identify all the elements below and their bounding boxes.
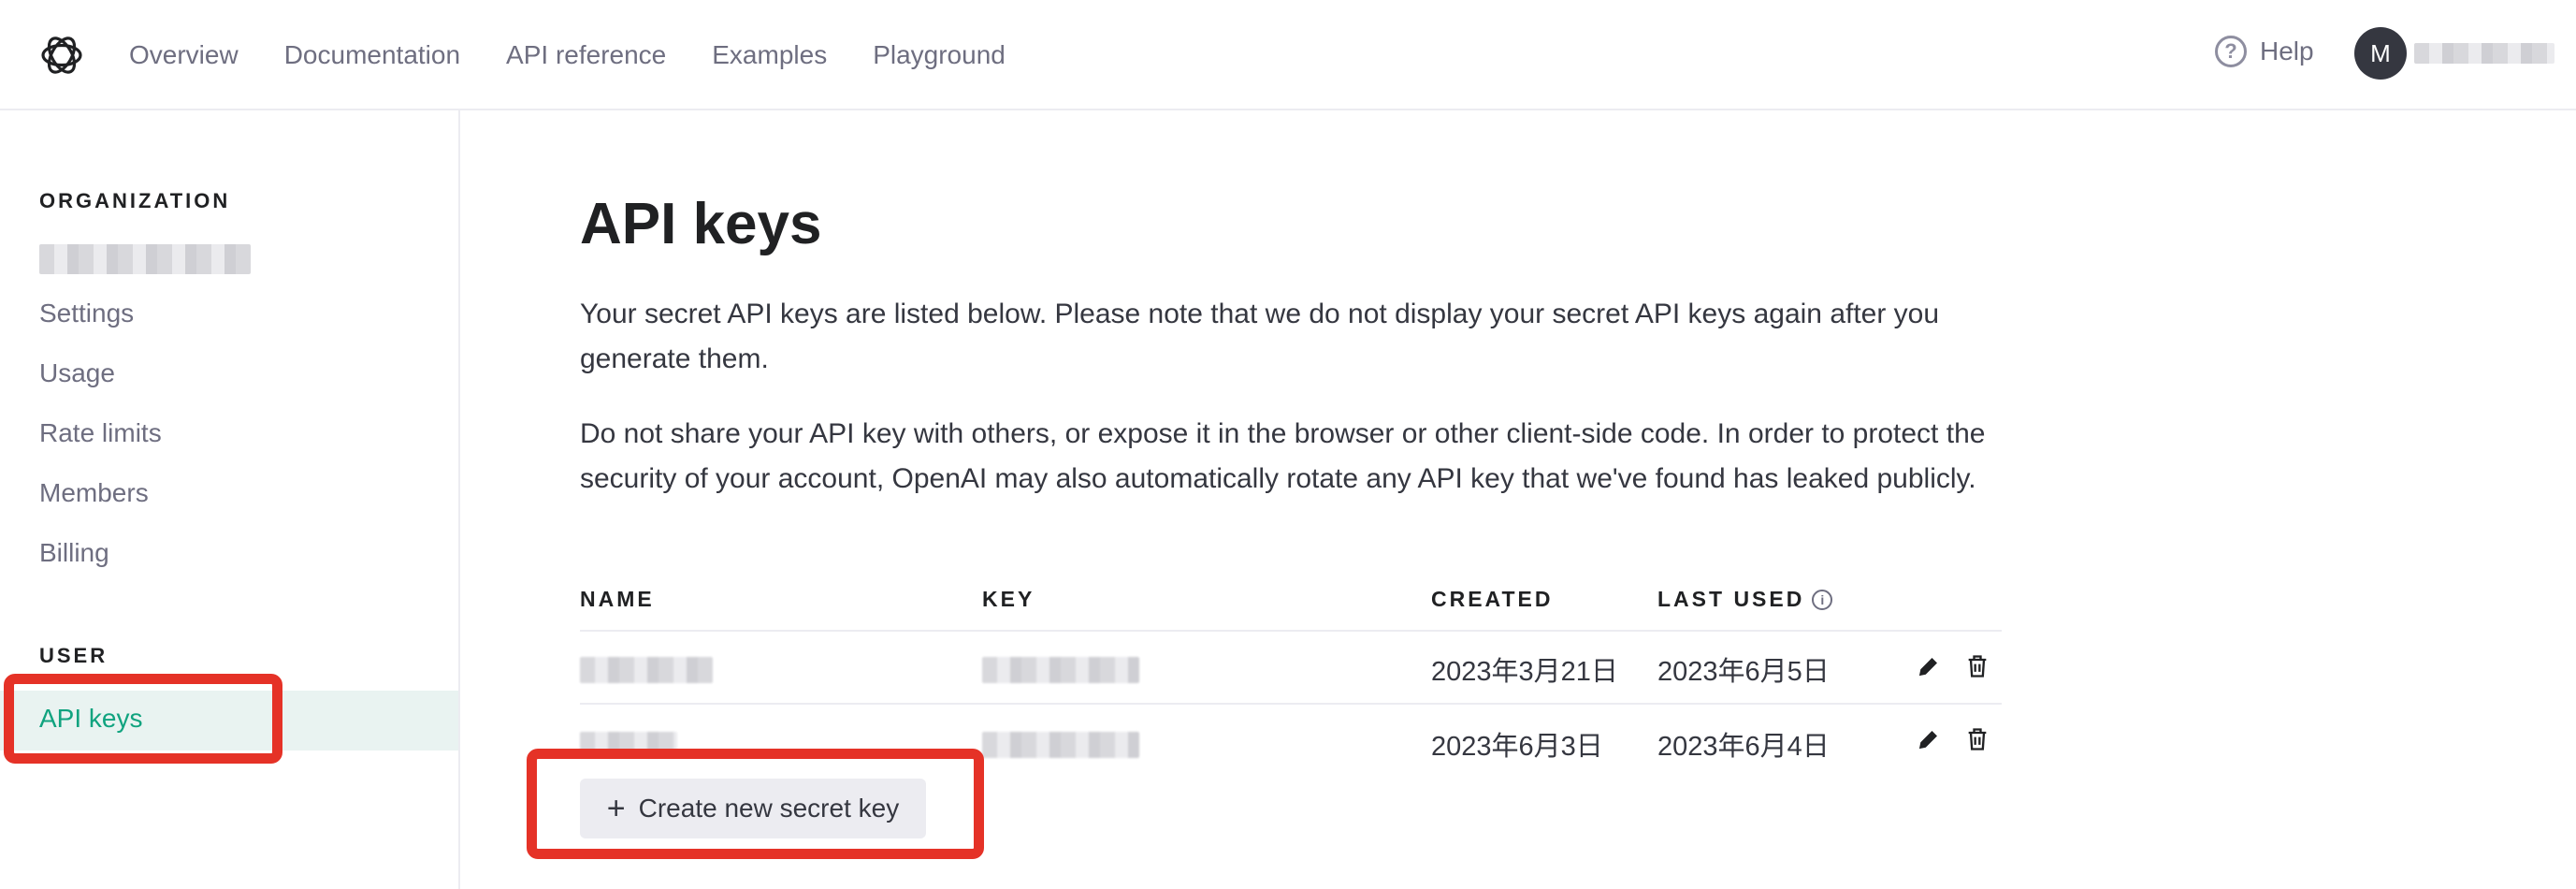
- openai-logo-icon[interactable]: [37, 31, 86, 80]
- column-header-created: CREATED: [1431, 587, 1554, 611]
- key-value-redacted: [982, 657, 1139, 683]
- main-nav: Overview Documentation API reference Exa…: [129, 0, 1006, 110]
- page-title: API keys: [580, 192, 822, 256]
- created-date: 2023年3月21日: [1431, 657, 1618, 687]
- sidebar-heading-organization: ORGANIZATION: [39, 189, 231, 212]
- create-new-secret-key-button[interactable]: + Create new secret key: [580, 779, 926, 838]
- nav-link-examples[interactable]: Examples: [712, 40, 827, 70]
- column-header-last-used: LAST USED i: [1657, 587, 1833, 612]
- sidebar-item-api-keys[interactable]: API keys: [39, 704, 142, 734]
- nav-link-overview[interactable]: Overview: [129, 40, 239, 70]
- created-date: 2023年6月3日: [1431, 732, 1603, 762]
- plus-icon: +: [606, 791, 626, 826]
- sidebar-item-rate-limits[interactable]: Rate limits: [39, 418, 162, 448]
- top-navigation-bar: Overview Documentation API reference Exa…: [0, 0, 2576, 110]
- nav-link-api-reference[interactable]: API reference: [506, 40, 666, 70]
- help-button[interactable]: ? Help: [2215, 36, 2314, 67]
- last-used-date: 2023年6月5日: [1657, 657, 1830, 687]
- sidebar-item-billing[interactable]: Billing: [39, 538, 109, 568]
- account-name-redacted: [2414, 43, 2554, 64]
- sidebar-item-members[interactable]: Members: [39, 478, 149, 508]
- pencil-icon[interactable]: [1916, 726, 1942, 752]
- sidebar-heading-user: USER: [39, 644, 109, 667]
- column-header-name: NAME: [580, 587, 655, 611]
- trash-icon[interactable]: [1964, 726, 1990, 752]
- nav-link-documentation[interactable]: Documentation: [284, 40, 460, 70]
- key-value-redacted: [982, 732, 1139, 758]
- help-label: Help: [2260, 36, 2314, 66]
- create-button-label: Create new secret key: [638, 794, 900, 823]
- table-divider: [580, 703, 2002, 705]
- description-paragraph-1: Your secret API keys are listed below. P…: [580, 299, 1940, 374]
- key-name-redacted: [580, 732, 677, 758]
- description-paragraph-2: Do not share your API key with others, o…: [580, 418, 1986, 494]
- sidebar: ORGANIZATION Settings Usage Rate limits …: [0, 110, 460, 889]
- pencil-icon[interactable]: [1916, 653, 1942, 679]
- last-used-label: LAST USED: [1657, 587, 1805, 611]
- nav-link-playground[interactable]: Playground: [873, 40, 1006, 70]
- sidebar-item-settings[interactable]: Settings: [39, 299, 134, 328]
- info-icon[interactable]: i: [1812, 590, 1833, 610]
- key-name-redacted: [580, 657, 713, 683]
- table-divider: [580, 630, 2002, 632]
- avatar: M: [2354, 27, 2407, 80]
- last-used-date: 2023年6月4日: [1657, 732, 1830, 762]
- question-circle-icon: ?: [2215, 36, 2247, 67]
- organization-name-redacted[interactable]: [39, 244, 251, 274]
- sidebar-item-usage[interactable]: Usage: [39, 358, 115, 388]
- account-menu[interactable]: M: [2354, 27, 2554, 80]
- trash-icon[interactable]: [1964, 653, 1990, 679]
- column-header-key: KEY: [982, 587, 1035, 611]
